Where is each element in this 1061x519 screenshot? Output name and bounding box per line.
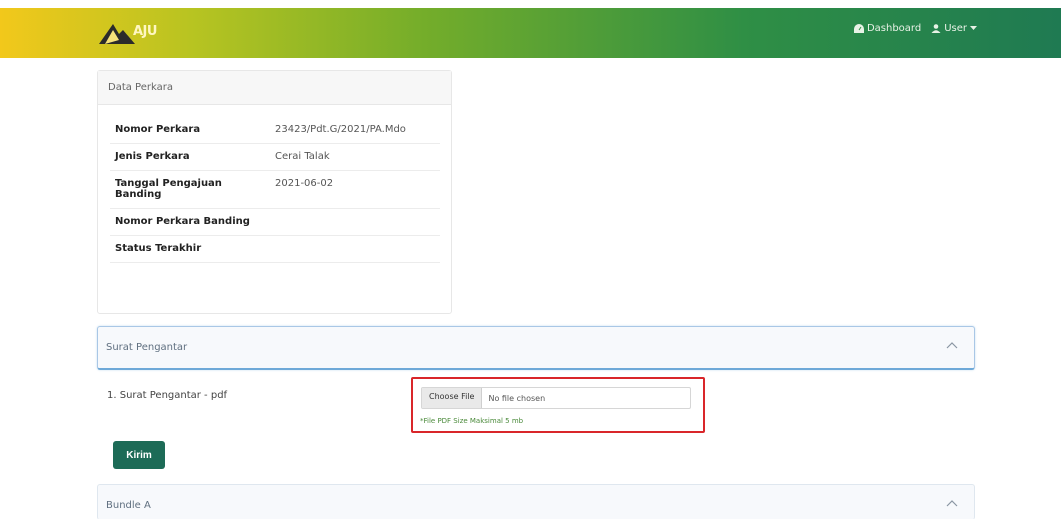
user-icon [931, 24, 941, 33]
user-label: User [944, 23, 967, 34]
data-perkara-table: Nomor Perkara 23423/Pdt.G/2021/PA.Mdo Je… [110, 117, 440, 263]
dashboard-icon [853, 24, 864, 33]
table-row: Nomor Perkara 23423/Pdt.G/2021/PA.Mdo [110, 117, 440, 144]
row-value [270, 235, 440, 263]
surat-pengantar-item-label: 1. Surat Pengantar - pdf [107, 390, 228, 401]
chevron-up-icon [946, 500, 958, 507]
row-value: Cerai Talak [270, 143, 440, 171]
logo-mark-icon [99, 24, 135, 44]
table-row: Tanggal Pengajuan Banding 2021-06-02 [110, 170, 440, 209]
row-value [270, 208, 440, 236]
row-label: Jenis Perkara [110, 143, 270, 171]
table-row: Nomor Perkara Banding [110, 208, 440, 236]
dashboard-label: Dashboard [866, 23, 922, 34]
row-label: Nomor Perkara Banding [110, 208, 270, 236]
row-label: Status Terakhir [110, 235, 270, 263]
choose-file-button[interactable]: Choose File [422, 388, 483, 408]
row-label: Tanggal Pengajuan Banding [110, 170, 270, 209]
upload-highlight-box: Choose File No file chosen *File PDF Siz… [411, 377, 705, 433]
row-value: 23423/Pdt.G/2021/PA.Mdo [270, 117, 440, 144]
table-row: Jenis Perkara Cerai Talak [110, 143, 440, 171]
top-navbar: AJU Dashboard User [0, 8, 1061, 58]
surat-pengantar-title: Surat Pengantar [106, 342, 188, 353]
logo-text: AJU [133, 24, 157, 39]
surat-pengantar-accordion-header[interactable]: Surat Pengantar [97, 326, 975, 370]
bundle-a-title: Bundle A [106, 500, 151, 511]
file-input[interactable]: Choose File No file chosen [421, 387, 691, 409]
data-perkara-title: Data Perkara [98, 71, 451, 105]
upload-hint: *File PDF Size Maksimal 5 mb [420, 417, 524, 425]
no-file-text: No file chosen [488, 393, 546, 403]
app-logo[interactable]: AJU [97, 20, 192, 46]
row-value: 2021-06-02 [270, 170, 440, 209]
bundle-a-accordion-header[interactable]: Bundle A [97, 484, 975, 519]
kirim-button[interactable]: Kirim [113, 441, 165, 469]
table-row: Status Terakhir [110, 235, 440, 263]
dashboard-link[interactable]: Dashboard [853, 23, 922, 34]
row-label: Nomor Perkara [110, 117, 270, 144]
chevron-up-icon [946, 342, 958, 349]
nav-right: Dashboard User [853, 23, 977, 34]
data-perkara-card: Data Perkara Nomor Perkara 23423/Pdt.G/2… [97, 70, 452, 314]
user-menu[interactable]: User [931, 23, 977, 34]
caret-down-icon [970, 26, 977, 30]
